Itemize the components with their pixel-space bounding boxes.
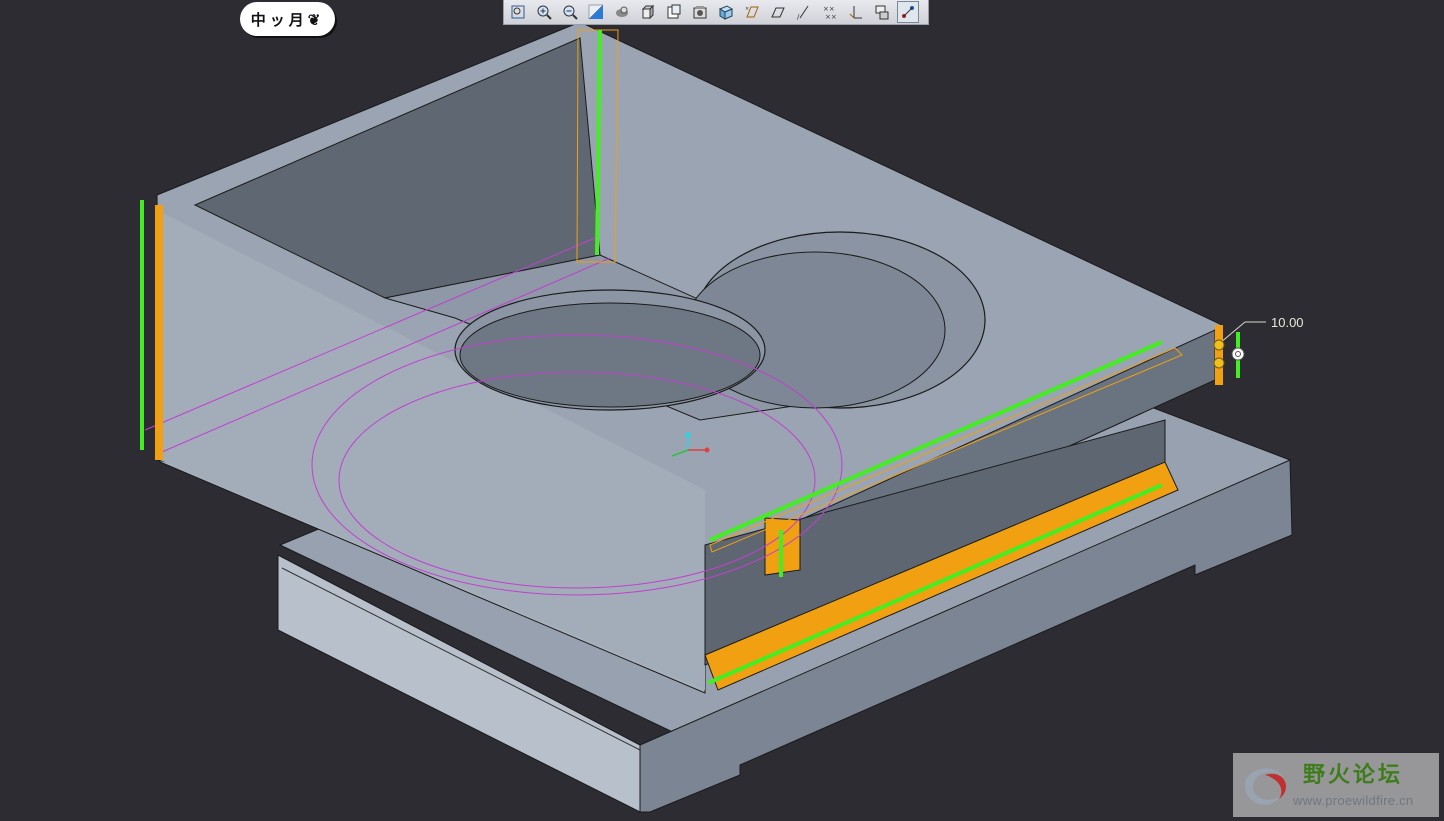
view-toolbar: × / ×× ×× bbox=[503, 0, 929, 25]
watermark: 野火论坛 www.proewildfire.cn bbox=[1233, 753, 1439, 817]
datum-axes-icon[interactable] bbox=[767, 1, 789, 23]
svg-text:××: ×× bbox=[823, 5, 835, 13]
zoom-out-icon[interactable] bbox=[559, 1, 581, 23]
cad-model[interactable] bbox=[0, 0, 1444, 821]
datum-planes-icon[interactable]: × bbox=[741, 1, 763, 23]
dimension-value[interactable]: 10.00 bbox=[1271, 315, 1304, 330]
datum-points-icon[interactable]: / bbox=[793, 1, 815, 23]
spin-center-icon[interactable] bbox=[611, 1, 633, 23]
named-views-icon[interactable] bbox=[637, 1, 659, 23]
repaint-icon[interactable] bbox=[585, 1, 607, 23]
forum-logo-icon bbox=[1245, 768, 1287, 805]
coordinate-systems-icon[interactable]: ×× ×× bbox=[819, 1, 841, 23]
svg-text:×: × bbox=[745, 6, 749, 12]
watermark-url: www.proewildfire.cn bbox=[1293, 793, 1414, 808]
logo-bubble: 中ッ月❦ bbox=[240, 2, 335, 36]
drag-handle-top[interactable] bbox=[1213, 339, 1225, 351]
display-style-icon[interactable] bbox=[715, 1, 737, 23]
orient-mode-icon[interactable] bbox=[897, 1, 919, 23]
svg-text:/: / bbox=[797, 13, 800, 20]
graphics-window[interactable]: 10.00 中ッ月❦ × / ×× ×× 野火论坛 www.proewildfir… bbox=[0, 0, 1444, 821]
circular-hole-inner bbox=[459, 302, 761, 408]
drag-handle-toggle[interactable] bbox=[1231, 347, 1245, 361]
selected-left-edge-surface[interactable] bbox=[155, 205, 163, 460]
zoom-in-icon[interactable] bbox=[533, 1, 555, 23]
refit-icon[interactable] bbox=[507, 1, 529, 23]
selected-right-edge-surface[interactable] bbox=[1215, 325, 1223, 385]
drag-handle-bottom[interactable] bbox=[1213, 357, 1225, 369]
svg-text:××: ×× bbox=[825, 13, 837, 20]
view-manager-icon[interactable] bbox=[689, 1, 711, 23]
annotations-icon[interactable] bbox=[845, 1, 867, 23]
spin-center-toggle-icon[interactable] bbox=[871, 1, 893, 23]
watermark-title: 野火论坛 bbox=[1303, 763, 1404, 788]
saved-views-icon[interactable] bbox=[663, 1, 685, 23]
